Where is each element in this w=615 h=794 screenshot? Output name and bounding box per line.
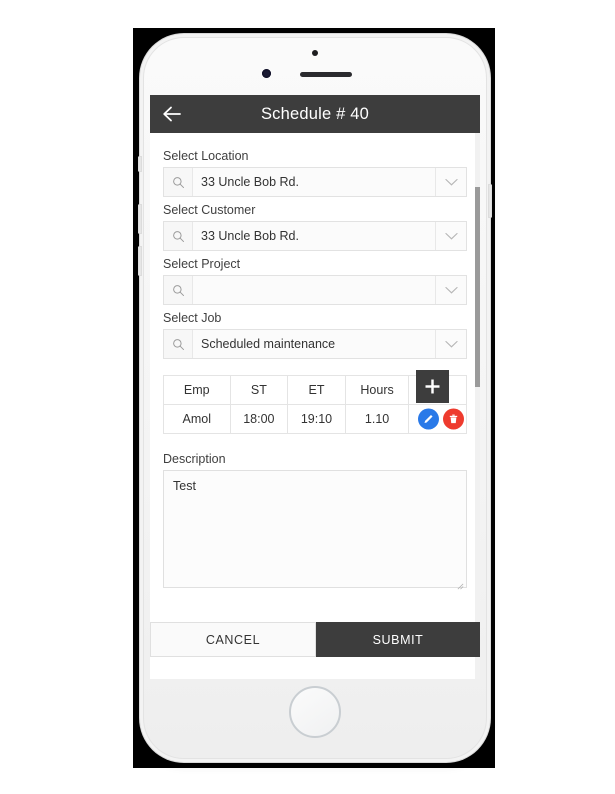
column-header-et: ET [287,375,346,405]
table-row: Amol 18:00 19:10 1.10 [163,404,467,434]
phone-screen: Schedule # 40 Select Location 33 Uncle B… [150,95,480,679]
pencil-icon [424,414,433,423]
search-icon [164,330,193,358]
add-employee-button[interactable] [416,370,449,403]
label-select-job: Select Job [163,311,222,325]
submit-button[interactable]: SUBMIT [316,622,480,657]
home-button[interactable] [289,686,341,738]
column-header-emp: Emp [163,375,231,405]
earpiece-speaker [300,72,352,77]
select-job-field[interactable]: Scheduled maintenance [163,329,467,359]
footer-actions: CANCEL SUBMIT [150,622,480,657]
search-icon [164,276,193,304]
trash-icon [449,414,458,424]
search-icon [164,222,193,250]
cell-actions [408,404,467,434]
scrollbar-thumb[interactable] [475,187,480,387]
back-button[interactable] [161,103,183,125]
edit-row-button[interactable] [418,408,439,430]
label-select-location: Select Location [163,149,249,163]
arrow-left-icon [163,106,181,122]
label-description: Description [163,452,226,466]
page-title: Schedule # 40 [260,104,370,123]
chevron-down-icon[interactable] [435,330,466,358]
form-area: Select Location 33 Uncle Bob Rd. Select … [150,133,480,593]
cell-et: 19:10 [287,404,346,434]
scroll-content[interactable]: Select Location 33 Uncle Bob Rd. Select … [150,133,480,679]
cell-emp: Amol [163,404,231,434]
select-location-value[interactable]: 33 Uncle Bob Rd. [193,168,435,196]
proximity-sensor-icon [312,50,318,56]
power-button[interactable] [488,184,492,218]
delete-row-button[interactable] [443,408,464,430]
chevron-down-icon[interactable] [435,222,466,250]
cell-st: 18:00 [229,404,289,434]
volume-down-button[interactable] [138,246,142,276]
mute-switch[interactable] [138,156,142,172]
label-select-customer: Select Customer [163,203,256,217]
select-location-field[interactable]: 33 Uncle Bob Rd. [163,167,467,197]
select-project-value[interactable] [193,276,435,304]
cancel-button[interactable]: CANCEL [150,622,316,657]
select-customer-value[interactable]: 33 Uncle Bob Rd. [193,222,435,250]
label-select-project: Select Project [163,257,241,271]
search-icon [164,168,193,196]
front-camera-icon [262,69,271,78]
select-job-value[interactable]: Scheduled maintenance [193,330,435,358]
cell-hours: 1.10 [344,404,410,434]
select-project-field[interactable] [163,275,467,305]
chevron-down-icon[interactable] [435,168,466,196]
phone-frame: Schedule # 40 Select Location 33 Uncle B… [138,34,492,762]
row-action-buttons [418,408,464,430]
description-holder [163,470,467,593]
plus-icon [425,379,440,394]
chevron-down-icon[interactable] [435,276,466,304]
scrollbar-track[interactable] [475,133,480,679]
select-customer-field[interactable]: 33 Uncle Bob Rd. [163,221,467,251]
column-header-hours: Hours [344,375,410,405]
column-header-st: ST [229,375,289,405]
volume-up-button[interactable] [138,204,142,234]
app-header: Schedule # 40 [150,95,480,133]
employee-table-wrapper: Emp ST ET Hours Amol 18:00 19:10 1.10 [163,370,467,434]
description-input[interactable] [163,470,467,588]
